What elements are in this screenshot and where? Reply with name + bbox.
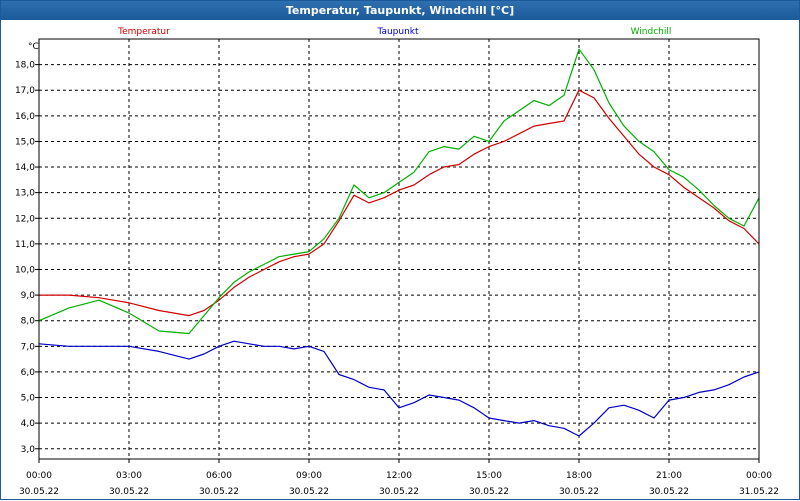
x-tick-time: 18:00	[566, 471, 592, 481]
y-axis-label: °C	[28, 42, 39, 52]
x-tick-date: 30.05.22	[559, 487, 599, 497]
x-tick-date: 30.05.22	[379, 487, 419, 497]
y-tick-labels: 3,0 4,0 5,0 6,0 7,0 8,0 9,0 10,0 11,0 12,0 13,0 14,…	[15, 61, 35, 455]
x-tick-time: 06:00	[206, 471, 232, 481]
y-tick-label: 6,0	[21, 368, 36, 378]
y-tick-label: 5,0	[21, 394, 36, 404]
x-tick-date: 30.05.22	[289, 487, 329, 497]
y-tick-label: 16,0	[15, 112, 35, 122]
y-tick-label: 15,0	[15, 137, 35, 147]
x-tick-date: 30.05.22	[109, 487, 149, 497]
y-tick-label: 13,0	[15, 189, 35, 199]
x-tick-time: 09:00	[296, 471, 322, 481]
y-tick-label: 14,0	[15, 163, 35, 173]
x-tick-date: 30.05.22	[649, 487, 689, 497]
legend: Temperatur Taupunkt Windchill	[117, 27, 671, 37]
x-tick-time: 03:00	[116, 471, 142, 481]
y-tick-label: 4,0	[21, 419, 36, 429]
x-tick-date: 30.05.22	[199, 487, 239, 497]
chart-canvas: °C 3,0 4,0 5,0 6,0 7,0 8,0 9,0 10,0 11,0 12,0 13,0…	[15, 27, 779, 497]
x-tick-time: 21:00	[656, 471, 682, 481]
x-tick-date: 30.05.22	[469, 487, 509, 497]
y-tick-label: 10,0	[15, 265, 35, 275]
legend-entry-taupunkt: Taupunkt	[376, 27, 419, 37]
chart-window: Temperatur, Taupunkt, Windchill [°C] °C …	[0, 0, 800, 500]
x-tick-date: 31.05.22	[739, 487, 779, 497]
legend-entry-windchill: Windchill	[631, 27, 672, 37]
grid-lines	[35, 39, 760, 463]
x-tick-time: 00:00	[746, 471, 772, 481]
legend-entry-temperatur: Temperatur	[117, 27, 170, 37]
y-tick-label: 18,0	[15, 61, 35, 71]
x-tick-labels: 00:00 30.05.22 03:00 30.05.22 06:00 30.05.22 0…	[19, 471, 779, 497]
y-tick-label: 17,0	[15, 86, 35, 96]
x-tick-date: 30.05.22	[19, 487, 59, 497]
x-tick-time: 12:00	[386, 471, 412, 481]
y-tick-label: 7,0	[21, 342, 36, 352]
y-tick-label: 9,0	[21, 291, 36, 301]
x-tick-time: 15:00	[476, 471, 502, 481]
x-tick-time: 00:00	[26, 471, 52, 481]
y-tick-label: 8,0	[21, 317, 36, 327]
y-tick-label: 3,0	[21, 445, 36, 455]
y-tick-label: 11,0	[15, 240, 35, 250]
y-tick-label: 12,0	[15, 214, 35, 224]
